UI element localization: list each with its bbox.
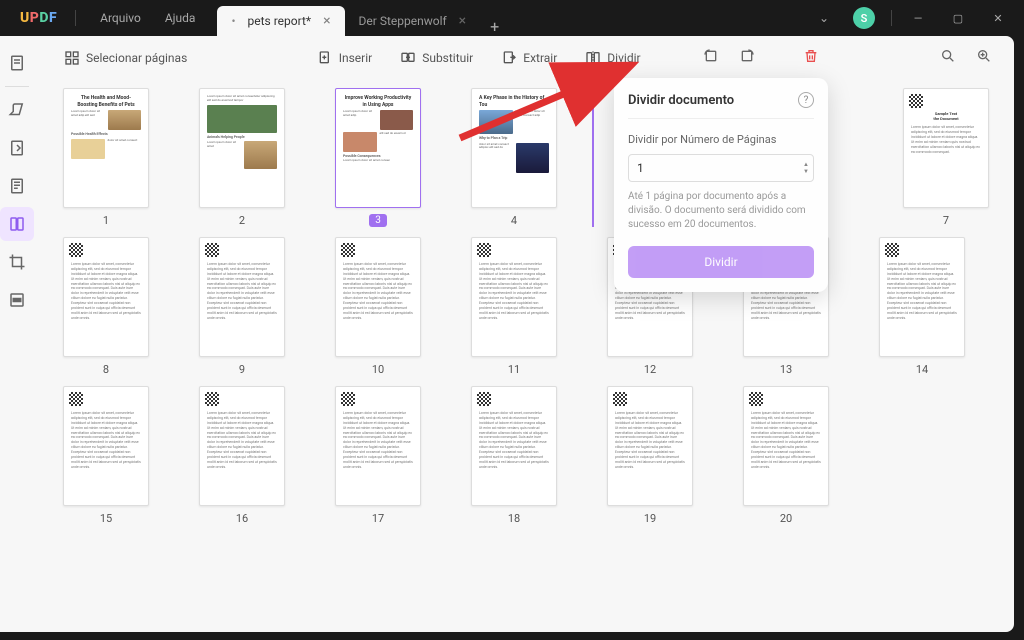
app-logo: UPDF — [8, 10, 69, 26]
page-thumb[interactable]: Sample Textthe DocumentLorem ipsum dolor… — [898, 88, 994, 227]
page-number: 3 — [369, 214, 387, 227]
page-thumb[interactable]: Lorem ipsum dolor sit amet, consectetur … — [194, 386, 290, 525]
page-number: 4 — [511, 214, 517, 227]
page-number: 8 — [103, 363, 109, 376]
zoom-button[interactable] — [970, 42, 998, 74]
divider — [75, 10, 76, 26]
page-number: 20 — [780, 512, 792, 525]
page-number: 19 — [644, 512, 656, 525]
page-thumb[interactable]: Lorem ipsum dolor sit amet, consectetur … — [874, 237, 970, 376]
add-tab-button[interactable]: + — [480, 17, 509, 36]
split-confirm-button[interactable]: Dividir — [628, 246, 814, 278]
page-number: 12 — [644, 363, 656, 376]
page-thumb[interactable]: Lorem ipsum dolor sit amet, consectetur … — [330, 237, 426, 376]
select-pages-button[interactable]: Selecionar páginas — [54, 44, 197, 72]
sidebar-redact[interactable] — [0, 283, 34, 317]
page-thumb[interactable]: Lorem ipsum dolor sit amet, consectetur … — [330, 386, 426, 525]
page-number: 10 — [372, 363, 384, 376]
rotate-left-button[interactable] — [697, 42, 725, 74]
field-label: Dividir por Número de Páginas — [628, 133, 814, 146]
divider — [891, 10, 892, 26]
insert-button[interactable]: Inserir — [307, 44, 383, 72]
page-thumb[interactable]: Lorem ipsum dolor sit amet, consectetur … — [194, 237, 290, 376]
avatar[interactable]: S — [853, 7, 875, 29]
sidebar-comment[interactable] — [0, 93, 34, 127]
page-thumb[interactable]: Lorem ipsum dolor sit amet, consectetur … — [466, 386, 562, 525]
page-thumb[interactable]: Lorem ipsum dolor sit amet, consectetur … — [602, 386, 698, 525]
sidebar-edit[interactable] — [0, 131, 34, 165]
label: Selecionar páginas — [86, 51, 187, 65]
sidebar-organize[interactable] — [0, 207, 34, 241]
page-thumb[interactable]: Lorem ipsum dolor sit amet, consectetur … — [738, 386, 834, 525]
menu-help[interactable]: Ajuda — [155, 5, 206, 31]
sidebar-form[interactable] — [0, 169, 34, 203]
page-thumb[interactable]: Improve Working Productivity in Using Ap… — [330, 88, 426, 227]
page-thumb[interactable]: Lorem ipsum dolor sit amet, consectetur … — [58, 237, 154, 376]
close-button[interactable]: ✕ — [980, 4, 1016, 32]
page-thumb[interactable]: Lorem ipsum dolor sit amet consectetur a… — [194, 88, 290, 227]
page-number: 7 — [943, 214, 949, 227]
split-button[interactable]: Dividir — [575, 44, 650, 72]
label: Extrair — [523, 51, 557, 65]
label: Dividir — [607, 51, 640, 65]
sidebar-reader[interactable] — [0, 46, 34, 80]
divider — [5, 86, 29, 87]
page-number: 13 — [780, 363, 792, 376]
tab-label: pets report* — [248, 14, 312, 28]
page-thumb[interactable]: The Health and Mood-Boosting Benefits of… — [58, 88, 154, 227]
page-thumb[interactable]: Lorem ipsum dolor sit amet, consectetur … — [58, 386, 154, 525]
pages-input-wrap: ▲ ▼ — [628, 154, 814, 182]
hint-text: Até 1 página por documento após a divisã… — [628, 190, 814, 232]
delete-button[interactable] — [797, 42, 825, 74]
replace-button[interactable]: Substituir — [390, 44, 483, 72]
maximize-button[interactable]: ▢ — [940, 4, 976, 32]
page-number: 2 — [239, 214, 245, 227]
page-number: 17 — [372, 512, 384, 525]
page-number: 11 — [508, 363, 520, 376]
step-down[interactable]: ▼ — [803, 169, 809, 175]
page-number: 15 — [100, 512, 112, 525]
pages-input[interactable] — [637, 161, 803, 175]
tab-steppenwolf[interactable]: Der Steppenwolf × — [345, 6, 481, 36]
page-thumb[interactable]: A Key Phase in the History of TouLorem i… — [466, 88, 562, 227]
rotate-right-button[interactable] — [733, 42, 761, 74]
page-number: 14 — [916, 363, 928, 376]
tab-label: Der Steppenwolf — [359, 14, 447, 28]
page-number: 1 — [103, 214, 109, 227]
help-icon[interactable]: ? — [798, 92, 814, 108]
chevron-down-icon[interactable]: ⌄ — [807, 5, 841, 31]
page-number: 9 — [239, 363, 245, 376]
search-button[interactable] — [934, 42, 962, 74]
split-document-popup: Dividir documento ? Dividir por Número d… — [614, 78, 828, 292]
popup-title: Dividir documento — [628, 93, 734, 108]
label: Substituir — [422, 51, 473, 65]
tab-pets-report[interactable]: • pets report* × — [217, 6, 344, 36]
close-icon[interactable]: × — [323, 13, 330, 29]
split-marker — [592, 88, 594, 227]
page-number: 16 — [236, 512, 248, 525]
page-number: 18 — [508, 512, 520, 525]
close-icon[interactable]: × — [459, 13, 466, 29]
step-up[interactable]: ▲ — [803, 162, 809, 168]
page-thumb[interactable]: Lorem ipsum dolor sit amet, consectetur … — [466, 237, 562, 376]
extract-button[interactable]: Extrair — [491, 44, 567, 72]
minimize-button[interactable]: — — [900, 4, 936, 32]
sidebar-crop[interactable] — [0, 245, 34, 279]
menu-file[interactable]: Arquivo — [90, 5, 151, 31]
label: Inserir — [339, 51, 373, 65]
